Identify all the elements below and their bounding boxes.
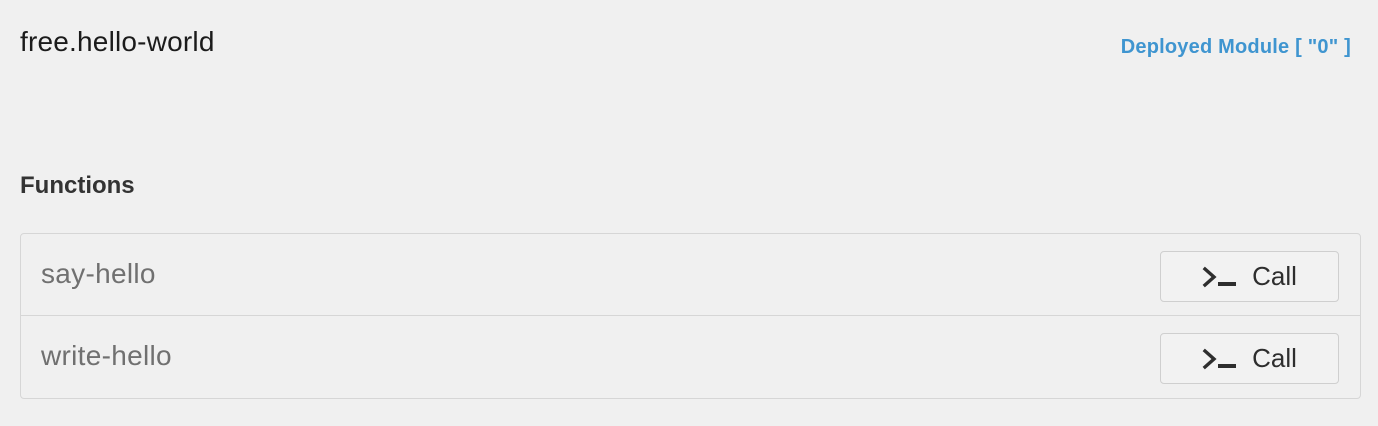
- terminal-prompt-icon: [1202, 348, 1238, 370]
- function-name: write-hello: [41, 340, 172, 371]
- terminal-prompt-icon: [1202, 266, 1238, 288]
- deployed-module-link[interactable]: Deployed Module [ "0" ]: [1121, 36, 1351, 59]
- module-page: free.hello-world Deployed Module [ "0" ]…: [0, 0, 1378, 426]
- function-row-say-hello: say-hello Call: [21, 234, 1360, 316]
- function-name: say-hello: [41, 258, 156, 289]
- call-say-hello-button[interactable]: Call: [1160, 251, 1339, 302]
- functions-list: say-hello Call write-hello Call: [20, 233, 1361, 399]
- call-button-label: Call: [1252, 261, 1297, 291]
- functions-heading: Functions: [20, 172, 135, 199]
- function-row-write-hello: write-hello Call: [21, 316, 1360, 398]
- call-write-hello-button[interactable]: Call: [1160, 333, 1339, 384]
- call-button-label: Call: [1252, 343, 1297, 373]
- module-title: free.hello-world: [20, 26, 215, 57]
